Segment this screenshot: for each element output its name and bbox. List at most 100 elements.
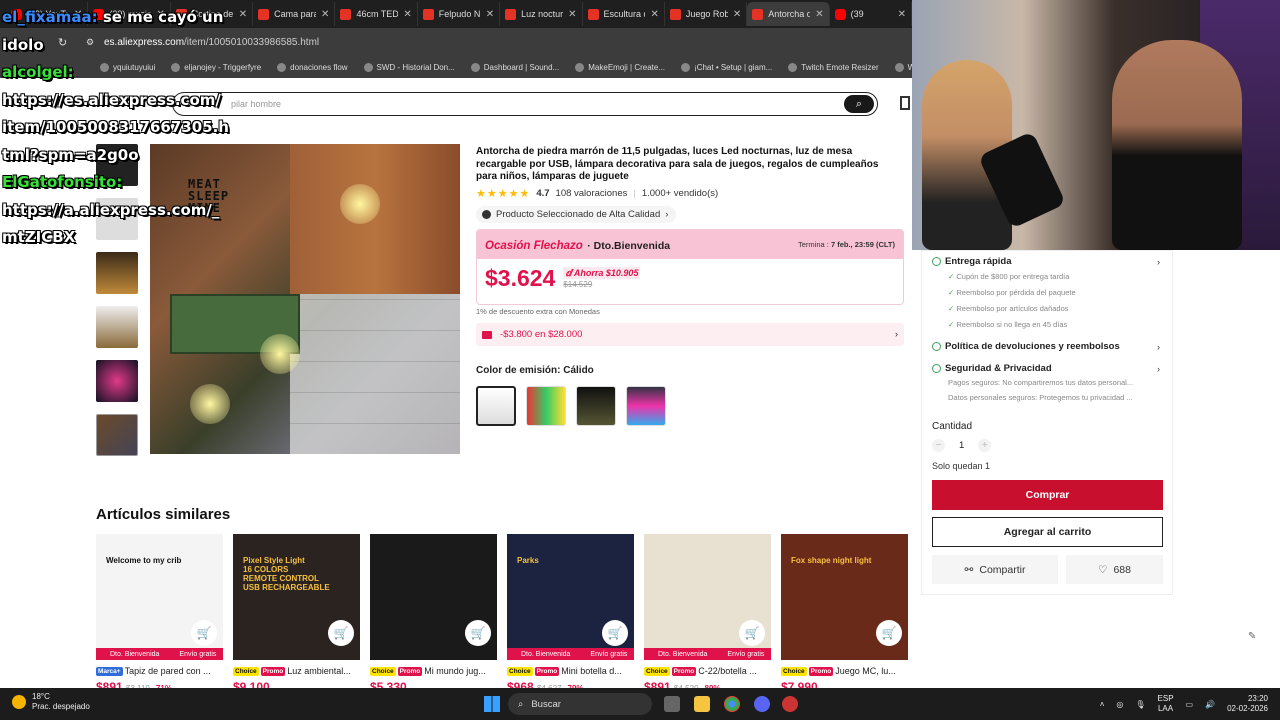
bookmark-item[interactable]: Dashboard | Sound... [470, 62, 559, 72]
deal-label: Ocasión Flechazo [485, 239, 583, 252]
thumbnail[interactable] [96, 360, 138, 402]
bookmark-item[interactable]: Twitch Emote Resizer [788, 62, 879, 72]
wishlist-button[interactable]: ♡ 688 [1066, 555, 1163, 584]
thumbnail-selected[interactable] [96, 414, 138, 456]
bookmark-item[interactable]: SWD - Historial Don... [363, 62, 455, 72]
taskview-icon[interactable] [664, 696, 680, 712]
volume-icon[interactable]: 🔊 [1205, 700, 1215, 709]
color-option[interactable] [576, 386, 616, 426]
close-icon[interactable]: ✕ [239, 9, 247, 20]
close-icon[interactable]: ✕ [321, 9, 329, 20]
display-icon[interactable]: ▭ [1186, 700, 1194, 709]
close-icon[interactable]: ✕ [650, 9, 658, 20]
reload-icon[interactable]: ↻ [58, 36, 67, 49]
similar-item-card[interactable]: Pixel Style Light 16 COLORS REMOTE CONTR… [233, 534, 360, 690]
similar-item-card[interactable]: 🛒 Choice Promo Mi mundo jug... $5.330 [370, 534, 497, 690]
similar-item-card[interactable]: Welcome to my crib Dto. Bienvenida Envío g… [96, 534, 223, 690]
bookmark-item[interactable]: yquiutuyuiui [100, 62, 155, 72]
file-explorer-icon[interactable] [694, 696, 710, 712]
app-icon[interactable] [782, 696, 798, 712]
similar-item-card[interactable]: Parks Dto. Bienvenida Envío gratis 🛒 Choice P… [507, 534, 634, 690]
add-cart-icon[interactable]: 🛒 [191, 620, 217, 646]
browser-tab[interactable]: Escultura d ✕ [583, 2, 665, 26]
qr-icon[interactable] [900, 96, 910, 110]
browser-tab[interactable]: Cama para ✕ [253, 2, 336, 26]
decrease-button[interactable]: − [932, 439, 945, 452]
bookmark-item[interactable]: eljanojey - Triggerfyre [171, 62, 261, 72]
add-cart-icon[interactable]: 🛒 [602, 620, 628, 646]
browser-tab[interactable]: Luz noctur ✕ [500, 2, 583, 26]
address-bar[interactable]: ↻ ⚙ es.aliexpress.com/item/1005010033986… [0, 28, 912, 56]
color-option[interactable] [626, 386, 666, 426]
browser-tab[interactable]: Juego Rob ✕ [665, 2, 748, 26]
product-main-image[interactable]: MEAT SLEEP MINE [150, 144, 460, 454]
rating-row[interactable]: ★★★★★ 4.7 108 valoraciones | 1.000+ vend… [476, 187, 718, 200]
aliexpress-icon [669, 8, 681, 20]
chrome-icon[interactable] [724, 696, 740, 712]
edit-icon[interactable]: ✎ [1248, 631, 1256, 642]
color-option[interactable] [526, 386, 566, 426]
browser-tab[interactable]: 46cm TED ✕ [335, 2, 418, 26]
search-button[interactable]: ⌕ [844, 95, 874, 113]
coupon-row[interactable]: -$3.800 en $28.000 › [476, 323, 904, 346]
mic-icon[interactable]: 🎙 [1135, 700, 1145, 709]
close-icon[interactable]: ✕ [898, 9, 906, 20]
reviews-count[interactable]: 108 valoraciones [556, 188, 628, 199]
browser-tab[interactable]: Felpudo N ✕ [418, 2, 501, 26]
product-image[interactable]: Pixel Style Light 16 COLORS REMOTE CONTR… [233, 534, 360, 660]
close-icon[interactable]: ✕ [733, 9, 741, 20]
quantity-value[interactable]: 1 [959, 440, 964, 451]
bookmark-item[interactable]: ¡Chat • Setup | giam... [681, 62, 772, 72]
thumbnail[interactable] [96, 306, 138, 348]
similar-item-card[interactable]: Fox shape night light 🛒 Choice Promo Juego M… [781, 534, 908, 690]
product-image[interactable]: Fox shape night light 🛒 [781, 534, 908, 660]
chat-line: https://es.aliexpress.com/ [2, 91, 221, 109]
product-image[interactable]: Parks Dto. Bienvenida Envío gratis 🛒 [507, 534, 634, 660]
bookmark-item[interactable]: MakeEmoji | Create... [575, 62, 665, 72]
similar-item-card[interactable]: Dto. Bienvenida Envío gratis 🛒 Choice Promo C… [644, 534, 771, 690]
returns-policy[interactable]: Política de devoluciones y reembolsos [932, 341, 1120, 352]
browser-tab[interactable]: (39 ✕ [830, 2, 912, 26]
close-icon[interactable]: ✕ [403, 9, 411, 20]
add-to-cart-button[interactable]: Agregar al carrito [932, 517, 1163, 547]
clock[interactable]: 23:20 02-02-2026 [1227, 694, 1268, 714]
quality-badge[interactable]: Producto Seleccionado de Alta Calidad › [476, 206, 677, 223]
product-image[interactable]: Dto. Bienvenida Envío gratis 🛒 [644, 534, 771, 660]
chat-line: tml?spm=a2g0o [2, 146, 139, 164]
search-input[interactable]: pilar hombre ⌕ [172, 92, 878, 116]
color-option-warm[interactable] [476, 386, 516, 426]
close-icon[interactable]: ✕ [486, 9, 494, 20]
add-cart-icon[interactable]: 🛒 [739, 620, 765, 646]
product-image[interactable]: 🛒 [370, 534, 497, 660]
chevron-up-icon[interactable]: ˄ [1100, 700, 1105, 709]
fast-delivery[interactable]: Entrega rápida [932, 256, 1012, 267]
security-privacy[interactable]: Seguridad & Privacidad [932, 363, 1052, 374]
product-image[interactable]: Welcome to my crib Dto. Bienvenida Envío g… [96, 534, 223, 660]
rating-value: 4.7 [536, 188, 550, 199]
taskbar: 18°C Prac. despejado ⌕ Buscar ˄ ◎ 🎙 ESP LAA… [0, 688, 1280, 720]
start-button[interactable] [484, 696, 500, 712]
chevron-right-icon: › [665, 209, 669, 220]
share-button[interactable]: ⚯ Compartir [932, 555, 1058, 584]
thumbnail[interactable] [96, 252, 138, 294]
increase-button[interactable]: + [978, 439, 992, 452]
add-cart-icon[interactable]: 🛒 [876, 620, 902, 646]
product-name: C-22/botella ... [698, 666, 757, 676]
url-text[interactable]: es.aliexpress.com/item/1005010033986585.… [104, 37, 319, 48]
tag-promo: Promo [260, 666, 286, 676]
bookmark-item[interactable]: WhatTheFont Font |... [894, 62, 912, 72]
network-icon[interactable]: ◎ [1116, 700, 1123, 709]
screen: { "tabs":[ {"title":"(39) YouTube","icon… [0, 0, 1280, 720]
browser-tab[interactable]: Antorcha d ✕ [747, 2, 830, 26]
close-icon[interactable]: ✕ [815, 9, 823, 20]
weather-widget[interactable]: 18°C Prac. despejado [12, 692, 90, 712]
discord-icon[interactable] [754, 696, 770, 712]
bookmark-item[interactable]: donaciones flow [277, 62, 348, 72]
taskbar-search[interactable]: ⌕ Buscar [508, 693, 652, 715]
site-info-icon[interactable]: ⚙ [86, 37, 94, 48]
add-cart-icon[interactable]: 🛒 [465, 620, 491, 646]
language-indicator[interactable]: ESP LAA [1158, 694, 1174, 714]
add-cart-icon[interactable]: 🛒 [328, 620, 354, 646]
close-icon[interactable]: ✕ [568, 9, 576, 20]
buy-button[interactable]: Comprar [932, 480, 1163, 510]
